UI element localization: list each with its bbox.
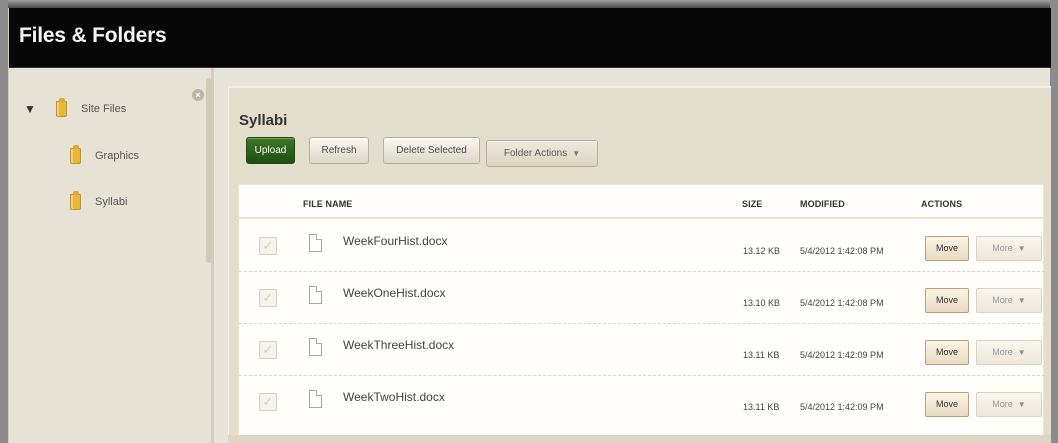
chevron-down-icon: ▼ [1017,400,1026,409]
folder-icon [56,98,67,117]
sidebar-item-syllabi[interactable]: Syllabi [70,190,127,214]
refresh-button[interactable]: Refresh [309,137,369,164]
table-row: ✓ WeekTwoHist.docx 13.11 KB 5/4/2012 1:4… [239,376,1045,428]
move-button[interactable]: Move [925,340,969,365]
file-panel: Syllabi Upload Refresh Delete Selected F… [228,86,1051,443]
row-checkbox[interactable]: ✓ [259,341,277,359]
delete-selected-button[interactable]: Delete Selected [383,137,480,164]
file-modified: 5/4/2012 1:42:09 PM [800,350,884,360]
folder-actions-label: Folder Actions [503,148,568,159]
file-name[interactable]: WeekTwoHist.docx [343,390,445,404]
more-button[interactable]: More ▼ [976,392,1042,417]
column-header-size: SIZE [742,199,763,209]
sidebar-item-label: Site Files [81,103,127,115]
more-button[interactable]: More ▼ [976,236,1042,261]
document-icon [309,286,322,304]
more-label: More [992,399,1013,409]
document-icon [309,338,322,356]
move-button[interactable]: Move [925,236,969,261]
file-size: 13.12 KB [743,246,781,256]
sidebar-item-graphics[interactable]: Graphics [70,144,139,168]
sidebar-item-site-files[interactable]: ▼ Site Files [24,97,126,121]
files-table: FILE NAME SIZE MODIFIED ACTIONS ✓ WeekFo… [238,184,1045,438]
chevron-down-icon: ▼ [1017,348,1026,357]
sidebar-scrollbar[interactable] [206,78,212,263]
sidebar-item-label: Graphics [95,150,140,162]
expand-arrow-icon[interactable]: ▼ [24,102,38,116]
folder-title: Syllabi [239,112,288,129]
more-label: More [992,347,1013,357]
move-button[interactable]: Move [925,392,969,417]
more-button[interactable]: More ▼ [976,288,1042,313]
table-row: ✓ WeekFourHist.docx 13.12 KB 5/4/2012 1:… [239,220,1045,272]
chevron-down-icon: ▼ [572,149,581,158]
close-icon[interactable]: × [192,89,204,101]
column-header-actions: ACTIONS [921,199,963,209]
folder-icon [70,145,81,164]
file-size: 13.11 KB [743,350,780,360]
file-size: 13.11 KB [743,402,780,412]
more-button[interactable]: More ▼ [976,340,1042,365]
folder-actions-button[interactable]: Folder Actions ▼ [486,140,598,167]
file-name[interactable]: WeekThreeHist.docx [343,338,454,352]
row-checkbox[interactable]: ✓ [259,237,277,255]
table-row: ✓ WeekOneHist.docx 13.10 KB 5/4/2012 1:4… [239,272,1045,324]
file-modified: 5/4/2012 1:42:09 PM [800,402,884,412]
folder-icon [70,191,81,210]
chevron-down-icon: ▼ [1017,296,1026,305]
column-header-modified: MODIFIED [800,199,845,209]
window-top-bar [8,0,1050,8]
page-title: Files & Folders [19,24,167,47]
document-icon [309,390,322,408]
file-size: 13.10 KB [743,298,781,308]
folder-tree-sidebar: × ▼ Site Files Graphics Syllabi [9,68,214,443]
files-and-folders-window: Files & Folders × ▼ Site Files Graphics … [8,8,1051,443]
app-header: Files & Folders [9,8,1051,68]
chevron-down-icon: ▼ [1017,244,1026,253]
row-checkbox[interactable]: ✓ [259,289,277,307]
table-header: FILE NAME SIZE MODIFIED ACTIONS [239,185,1045,219]
move-button[interactable]: Move [925,288,969,313]
file-modified: 5/4/2012 1:42:08 PM [800,298,884,308]
file-modified: 5/4/2012 1:42:08 PM [800,246,884,256]
sidebar-item-label: Syllabi [95,196,128,208]
upload-button[interactable]: Upload [246,137,295,164]
file-name[interactable]: WeekFourHist.docx [343,234,447,248]
panel-bottom-edge [228,435,1051,443]
document-icon [309,234,322,252]
row-checkbox[interactable]: ✓ [259,393,277,411]
file-name[interactable]: WeekOneHist.docx [343,286,446,300]
more-label: More [992,295,1013,305]
more-label: More [992,243,1013,253]
column-header-file-name: FILE NAME [303,199,353,209]
table-row: ✓ WeekThreeHist.docx 13.11 KB 5/4/2012 1… [239,324,1045,376]
